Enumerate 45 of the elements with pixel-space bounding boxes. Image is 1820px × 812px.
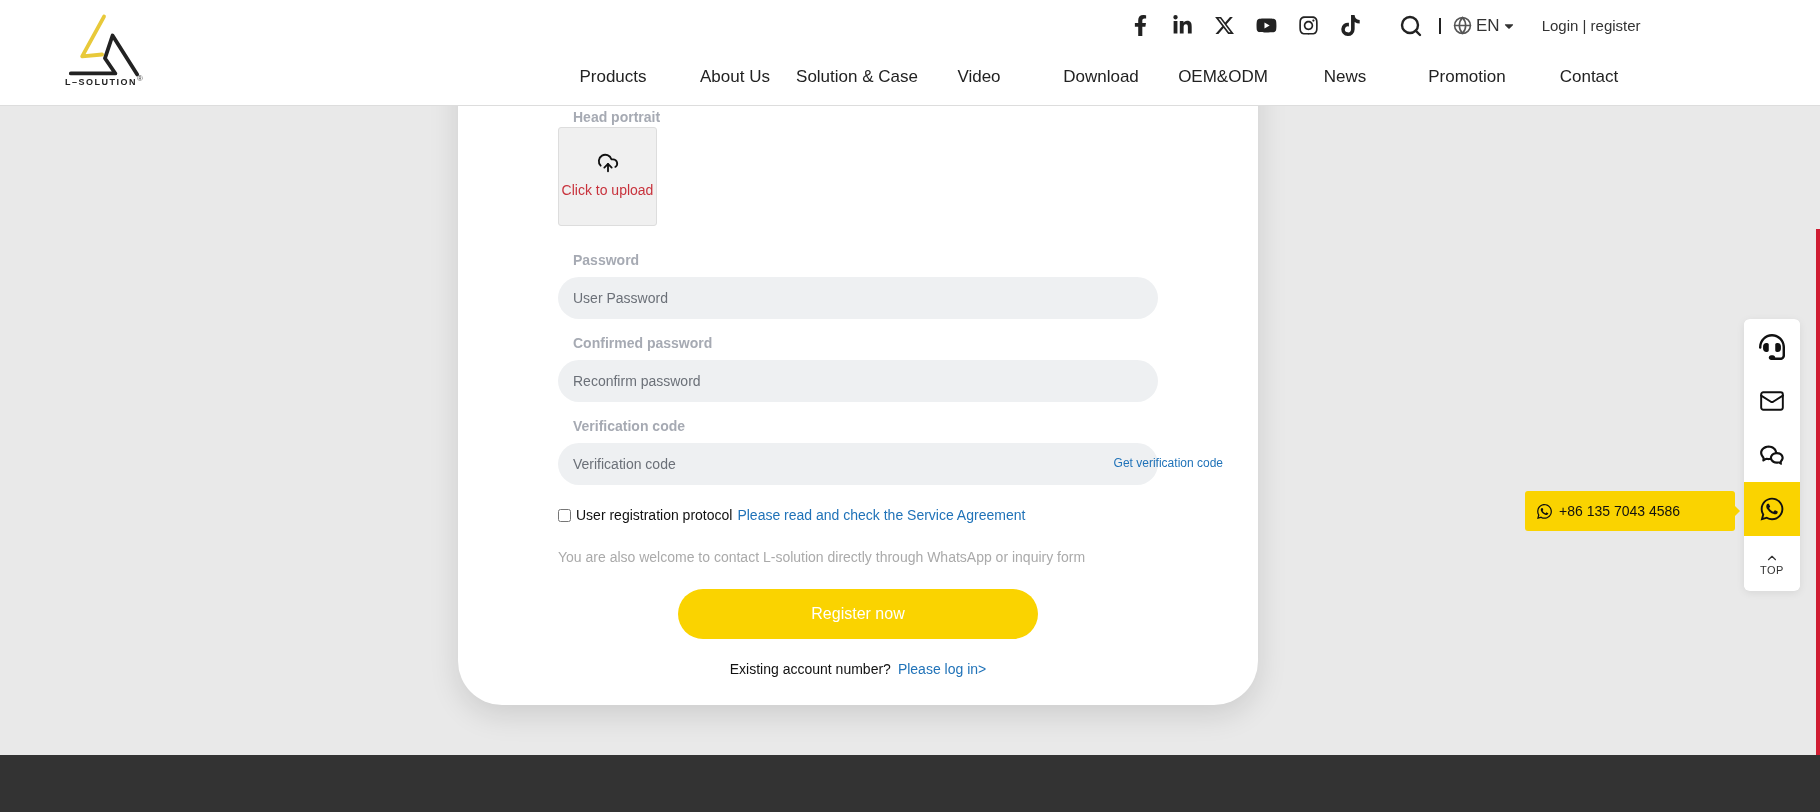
field-label: Verification code: [572, 418, 687, 434]
instagram-icon[interactable]: [1298, 15, 1319, 37]
phone-number: +86 135 7043 4586: [1559, 501, 1681, 521]
login-register-link[interactable]: Login | register: [1541, 14, 1641, 37]
nav-link[interactable]: Promotion: [1406, 64, 1528, 90]
top-label: TOP: [1760, 564, 1784, 576]
service-agreement-link[interactable]: Please read and check the Service Agreement: [737, 505, 1026, 526]
contact-button[interactable]: [1744, 428, 1800, 482]
search-icon[interactable]: [1399, 13, 1423, 38]
registered-mark: ®: [137, 75, 143, 83]
contact-button[interactable]: TOP: [1744, 536, 1800, 590]
cloud-upload-icon: [596, 152, 619, 174]
text-field[interactable]: Reconfirm password: [558, 360, 1158, 402]
tiktok-icon[interactable]: [1340, 15, 1361, 37]
scrollbar-thumb[interactable]: [1816, 229, 1820, 755]
x-icon[interactable]: [1214, 15, 1235, 37]
login-prompt: Existing account number?: [729, 660, 891, 679]
chat-bubbles-icon: [1759, 442, 1785, 468]
mail-icon: [1759, 388, 1785, 414]
contact-note: You are also welcome to contact L-solution directly through WhatsApp or inquiry form: [558, 548, 1087, 567]
contact-button[interactable]: [1744, 482, 1800, 536]
contact-button[interactable]: [1744, 320, 1800, 374]
login-link[interactable]: Please log in>: [897, 659, 987, 680]
logo[interactable]: L–SOLUTION®: [58, 12, 150, 87]
agreement-label: User registration protocol: [576, 506, 733, 525]
nav-link[interactable]: OEM&ODM: [1162, 64, 1284, 90]
agreement-checkbox[interactable]: [558, 509, 571, 522]
logo-wordmark: L–SOLUTION: [65, 78, 138, 87]
language-selector[interactable]: EN: [1476, 13, 1516, 39]
field-label: Head portrait: [572, 109, 661, 125]
nav-link[interactable]: Contact: [1528, 64, 1650, 90]
upload-button[interactable]: Click to upload: [558, 127, 657, 226]
nav-link[interactable]: Solution & Case: [796, 64, 918, 90]
globe-icon[interactable]: [1453, 16, 1472, 36]
field-label: Password: [572, 252, 641, 268]
nav-link[interactable]: News: [1284, 64, 1406, 90]
nav-link[interactable]: Download: [1040, 64, 1162, 90]
text-field[interactable]: User Password: [558, 277, 1158, 319]
whatsapp-icon: [1759, 496, 1785, 522]
headset-icon: [1759, 334, 1785, 360]
field-label: Confirmed password: [572, 335, 714, 351]
whatsapp-icon: [1536, 502, 1553, 520]
nav-link[interactable]: About Us: [674, 64, 796, 90]
nav-link[interactable]: Video: [918, 64, 1040, 90]
nav-link[interactable]: Products: [552, 64, 674, 90]
